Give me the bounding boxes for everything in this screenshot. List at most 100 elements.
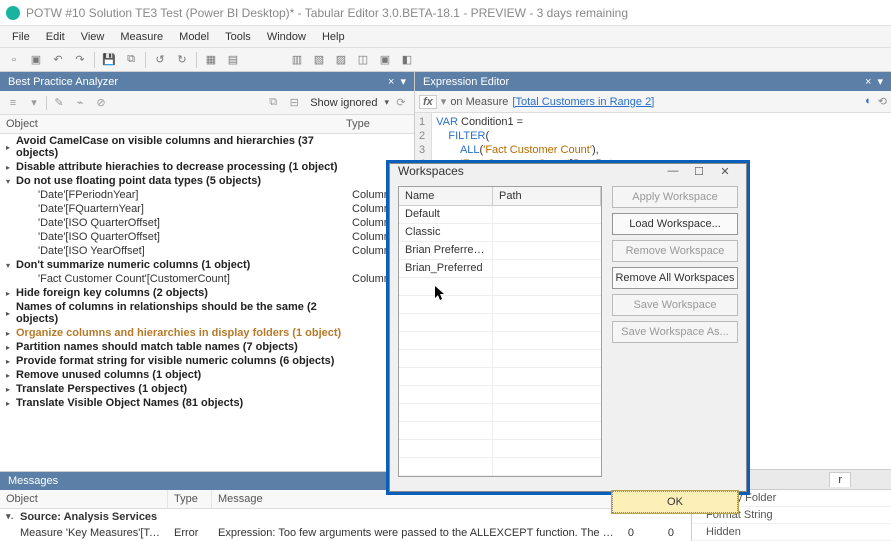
collapse-icon[interactable]: ⊟	[285, 94, 303, 112]
remove-workspace-button[interactable]: Remove Workspace	[612, 240, 738, 262]
col-header-name[interactable]: Name	[399, 187, 493, 205]
back-icon[interactable]: ↶	[48, 50, 68, 70]
script-icon[interactable]: ⌁	[71, 94, 89, 112]
workspace-row-empty[interactable]	[399, 386, 601, 404]
fx-icon[interactable]: fx	[419, 95, 437, 109]
expand-caret-icon[interactable]	[2, 398, 14, 408]
bpa-item[interactable]: 'Date'[FPeriodnYear]Column	[0, 188, 414, 202]
bpa-item[interactable]: 'Fact Customer Count'[CustomerCount]Colu…	[0, 272, 414, 286]
col-header-object[interactable]: Object	[0, 115, 340, 133]
bpa-rule-group[interactable]: Translate Perspectives (1 object)	[0, 382, 414, 396]
workspace-row-empty[interactable]	[399, 296, 601, 314]
expand-caret-icon[interactable]	[2, 176, 14, 186]
undo-icon[interactable]: ↺	[150, 50, 170, 70]
col-header-type[interactable]: Type	[340, 115, 414, 133]
menu-tools[interactable]: Tools	[217, 29, 259, 45]
expand-icon[interactable]: ▾	[25, 94, 43, 112]
property-row[interactable]: Hidden	[692, 524, 891, 541]
workspace-row[interactable]: Classic	[399, 224, 601, 242]
close-icon[interactable]: ✕	[712, 165, 738, 178]
workspace-row[interactable]: Brian_Preferred	[399, 260, 601, 278]
workspace-row-empty[interactable]	[399, 368, 601, 386]
expand-caret-icon[interactable]	[2, 260, 14, 270]
save-icon[interactable]: 💾	[99, 50, 119, 70]
save-workspace-button[interactable]: Save Workspace	[612, 294, 738, 316]
dialog-titlebar[interactable]: Workspaces — ☐ ✕	[390, 164, 746, 178]
bpa-item[interactable]: 'Date'[FQuarternYear]Column	[0, 202, 414, 216]
workspace-row-empty[interactable]	[399, 458, 601, 476]
open-icon[interactable]: ▣	[26, 50, 46, 70]
bpa-rule-group[interactable]: Translate Visible Object Names (81 objec…	[0, 396, 414, 410]
close-icon[interactable]: ×	[865, 76, 871, 88]
menu-measure[interactable]: Measure	[112, 29, 171, 45]
dropdown-icon[interactable]: ▾	[400, 75, 406, 88]
bpa-item[interactable]: 'Date'[ISO QuarterOffset]Column	[0, 216, 414, 230]
menu-edit[interactable]: Edit	[38, 29, 73, 45]
tool-icon[interactable]: ◫	[353, 50, 373, 70]
close-icon[interactable]: ×	[388, 76, 394, 88]
expression-editor-tab[interactable]: Expression Editor × ▾	[415, 72, 891, 91]
accept-icon[interactable]: ◐	[865, 95, 872, 108]
expand-caret-icon[interactable]	[2, 384, 14, 394]
bpa-rule-group[interactable]: Avoid CamelCase on visible columns and h…	[0, 134, 414, 160]
apply-workspace-button[interactable]: Apply Workspace	[612, 186, 738, 208]
show-ignored-toggle[interactable]: Show ignored	[306, 97, 381, 109]
col-header-object[interactable]: Object	[0, 490, 168, 508]
workspace-row-empty[interactable]	[399, 350, 601, 368]
bpa-item[interactable]: 'Date'[ISO YearOffset]Column	[0, 244, 414, 258]
forward-icon[interactable]: ↷	[70, 50, 90, 70]
expand-caret-icon[interactable]	[2, 328, 14, 338]
tool-icon[interactable]: ▤	[223, 50, 243, 70]
load-workspace-button[interactable]: Load Workspace...	[612, 213, 738, 235]
properties-active-tab[interactable]: r	[829, 472, 851, 487]
bpa-rule-group[interactable]: Names of columns in relationships should…	[0, 300, 414, 326]
workspace-row-empty[interactable]	[399, 404, 601, 422]
workspace-row-empty[interactable]	[399, 422, 601, 440]
fix-icon[interactable]: ✎	[50, 94, 68, 112]
refresh-icon[interactable]: ⟳	[392, 94, 410, 112]
workspace-row-empty[interactable]	[399, 278, 601, 296]
expand-caret-icon[interactable]	[2, 370, 14, 380]
menu-file[interactable]: File	[4, 29, 38, 45]
workspace-row[interactable]: Brian Preferred Sear...	[399, 242, 601, 260]
expand-caret-icon[interactable]	[2, 142, 14, 152]
menu-model[interactable]: Model	[171, 29, 217, 45]
expand-caret-icon[interactable]	[2, 162, 14, 172]
revert-icon[interactable]: ⟲	[878, 95, 887, 108]
copy-icon[interactable]: ⧉	[264, 94, 282, 112]
bpa-tab[interactable]: Best Practice Analyzer × ▾	[0, 72, 414, 91]
bpa-rule-group[interactable]: Remove unused columns (1 object)	[0, 368, 414, 382]
col-header-type[interactable]: Type	[168, 490, 212, 508]
workspace-row-empty[interactable]	[399, 314, 601, 332]
copy-icon[interactable]: ⧉	[121, 50, 141, 70]
tool-icon[interactable]: ▥	[287, 50, 307, 70]
ok-button[interactable]: OK	[612, 491, 738, 513]
bpa-rule-group[interactable]: Hide foreign key columns (2 objects)	[0, 286, 414, 300]
menu-view[interactable]: View	[73, 29, 113, 45]
dropdown-icon[interactable]: ▾	[877, 75, 883, 88]
expand-caret-icon[interactable]	[2, 288, 14, 298]
bpa-rule-group[interactable]: Don't summarize numeric columns (1 objec…	[0, 258, 414, 272]
workspaces-grid-body[interactable]: DefaultClassicBrian Preferred Sear...Bri…	[399, 206, 601, 476]
bpa-rule-group[interactable]: Organize columns and hierarchies in disp…	[0, 326, 414, 340]
menu-window[interactable]: Window	[259, 29, 314, 45]
bpa-rule-group[interactable]: Partition names should match table names…	[0, 340, 414, 354]
expand-caret-icon[interactable]	[2, 356, 14, 366]
expand-caret-icon[interactable]	[2, 308, 14, 318]
tool-icon[interactable]: ▣	[375, 50, 395, 70]
tool-icon[interactable]: ▧	[309, 50, 329, 70]
col-header-path[interactable]: Path	[493, 187, 601, 205]
bpa-rule-group[interactable]: Do not use floating point data types (5 …	[0, 174, 414, 188]
new-icon[interactable]: ▫	[4, 50, 24, 70]
bpa-item[interactable]: 'Date'[ISO QuarterOffset]Column	[0, 230, 414, 244]
remove-all-workspaces-button[interactable]: Remove All Workspaces	[612, 267, 738, 289]
workspace-row-empty[interactable]	[399, 332, 601, 350]
bpa-rule-group[interactable]: Disable attribute hierachies to decrease…	[0, 160, 414, 174]
save-workspace-as-button[interactable]: Save Workspace As...	[612, 321, 738, 343]
workspace-row[interactable]: Default	[399, 206, 601, 224]
measure-link[interactable]: [Total Customers in Range 2]	[512, 96, 654, 108]
filter-icon[interactable]: ≡	[4, 94, 22, 112]
workspace-row-empty[interactable]	[399, 440, 601, 458]
redo-icon[interactable]: ↻	[172, 50, 192, 70]
maximize-icon[interactable]: ☐	[686, 165, 712, 178]
